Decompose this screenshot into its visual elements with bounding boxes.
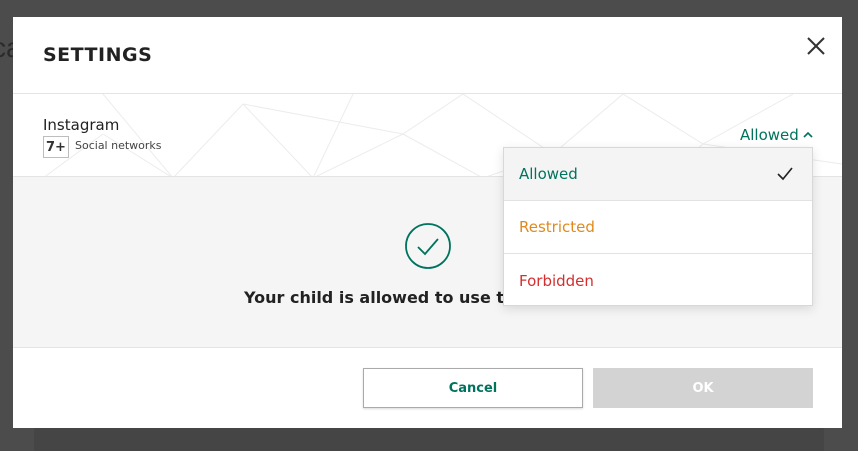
check-circle-icon <box>405 223 451 269</box>
dropdown-option-allowed[interactable]: Allowed <box>504 148 812 201</box>
close-icon <box>807 37 825 55</box>
cancel-button[interactable]: Cancel <box>363 368 583 408</box>
option-label: Forbidden <box>519 271 594 290</box>
age-rating-badge: 7+ <box>43 136 69 158</box>
ok-button[interactable]: OK <box>593 368 813 408</box>
dropdown-option-forbidden[interactable]: Forbidden <box>504 254 812 307</box>
checkmark-icon <box>777 167 793 181</box>
chevron-up-icon <box>803 131 813 138</box>
dropdown-option-restricted[interactable]: Restricted <box>504 201 812 254</box>
modal-title: SETTINGS <box>43 44 153 66</box>
modal-footer: Cancel OK <box>13 348 842 428</box>
background-panel <box>34 428 824 451</box>
status-message: Your child is allowed to use the <box>244 288 527 307</box>
option-label: Allowed <box>519 165 578 183</box>
modal-header: SETTINGS <box>13 17 842 93</box>
app-category: Social networks <box>75 139 162 152</box>
option-label: Restricted <box>519 218 595 236</box>
close-button[interactable] <box>805 35 827 57</box>
status-label: Allowed <box>740 126 799 144</box>
status-dropdown-menu: Allowed Restricted Forbidden <box>503 147 813 306</box>
status-dropdown-toggle[interactable]: Allowed <box>740 126 813 144</box>
app-name: Instagram <box>43 116 120 134</box>
